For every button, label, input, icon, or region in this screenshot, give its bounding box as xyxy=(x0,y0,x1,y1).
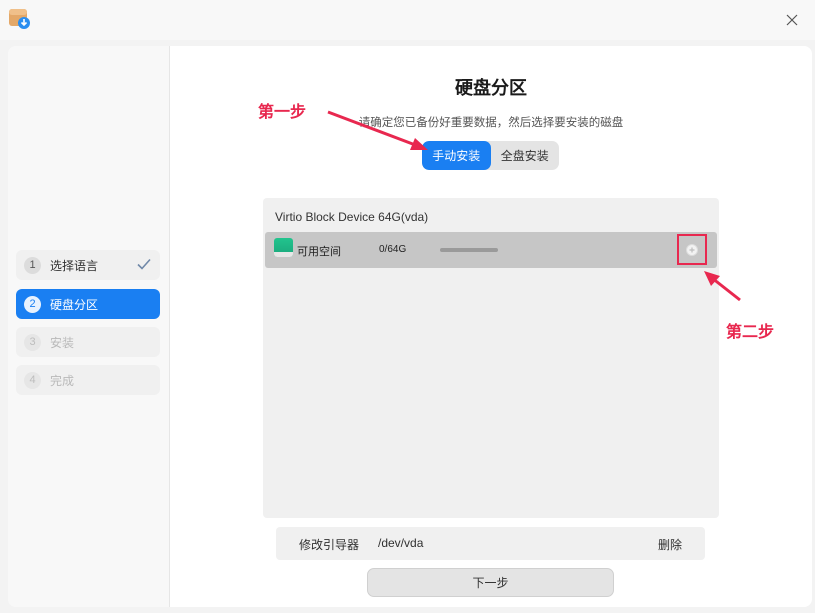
next-button[interactable]: 下一步 xyxy=(367,568,614,597)
step-label: 硬盘分区 xyxy=(50,297,99,312)
disk-name: Virtio Block Device 64G(vda) xyxy=(275,210,429,224)
tab-full-disk-install[interactable]: 全盘安装 xyxy=(491,141,560,170)
page-title: 硬盘分区 xyxy=(455,78,527,99)
bootloader-label: 修改引导器 xyxy=(299,538,360,552)
tab-manual-install[interactable]: 手动安装 xyxy=(422,141,491,170)
bootloader-bar: 修改引导器 /dev/vda 删除 xyxy=(276,527,705,560)
annotation-step1: 第一步 xyxy=(258,102,307,121)
annotation-step2: 第二步 xyxy=(726,322,775,341)
bootloader-device[interactable]: /dev/vda xyxy=(378,536,423,550)
sidebar-step-finish: 4 完成 xyxy=(16,365,160,395)
step-label: 选择语言 xyxy=(50,258,99,273)
step-label: 安装 xyxy=(50,335,75,350)
disk-panel: Virtio Block Device 64G(vda) 可用空间 0/64G xyxy=(263,198,719,518)
delete-button[interactable]: 删除 xyxy=(658,536,682,553)
steps-sidebar: 1 选择语言 2 硬盘分区 3 安装 4 完成 xyxy=(8,46,170,607)
add-partition-button[interactable] xyxy=(677,234,707,265)
checkmark-icon xyxy=(137,258,151,270)
add-partition-icon xyxy=(686,243,698,256)
step-label: 完成 xyxy=(50,373,75,388)
installer-app-icon xyxy=(8,6,32,30)
partition-row[interactable]: 可用空间 0/64G xyxy=(265,232,717,268)
partition-size: 0/64G xyxy=(379,244,407,255)
close-button[interactable] xyxy=(782,10,802,30)
partition-disk-icon xyxy=(274,238,293,257)
step-number: 2 xyxy=(24,295,41,313)
sidebar-step-install: 3 安装 xyxy=(16,327,160,357)
step-number: 3 xyxy=(24,333,41,351)
partition-usage-bar xyxy=(440,248,498,252)
step-number: 1 xyxy=(24,256,41,274)
step-number: 4 xyxy=(24,371,41,389)
close-icon xyxy=(786,14,798,26)
install-mode-tabs: 手动安装 全盘安装 xyxy=(422,141,559,170)
sidebar-step-language: 1 选择语言 xyxy=(16,250,160,280)
title-bar xyxy=(0,0,815,40)
partition-label: 可用空间 xyxy=(297,245,341,258)
sidebar-step-partition: 2 硬盘分区 xyxy=(16,289,160,319)
installer-window: 1 选择语言 2 硬盘分区 3 安装 4 完成 硬盘分区 请确定您已备份好重要数… xyxy=(8,46,812,607)
